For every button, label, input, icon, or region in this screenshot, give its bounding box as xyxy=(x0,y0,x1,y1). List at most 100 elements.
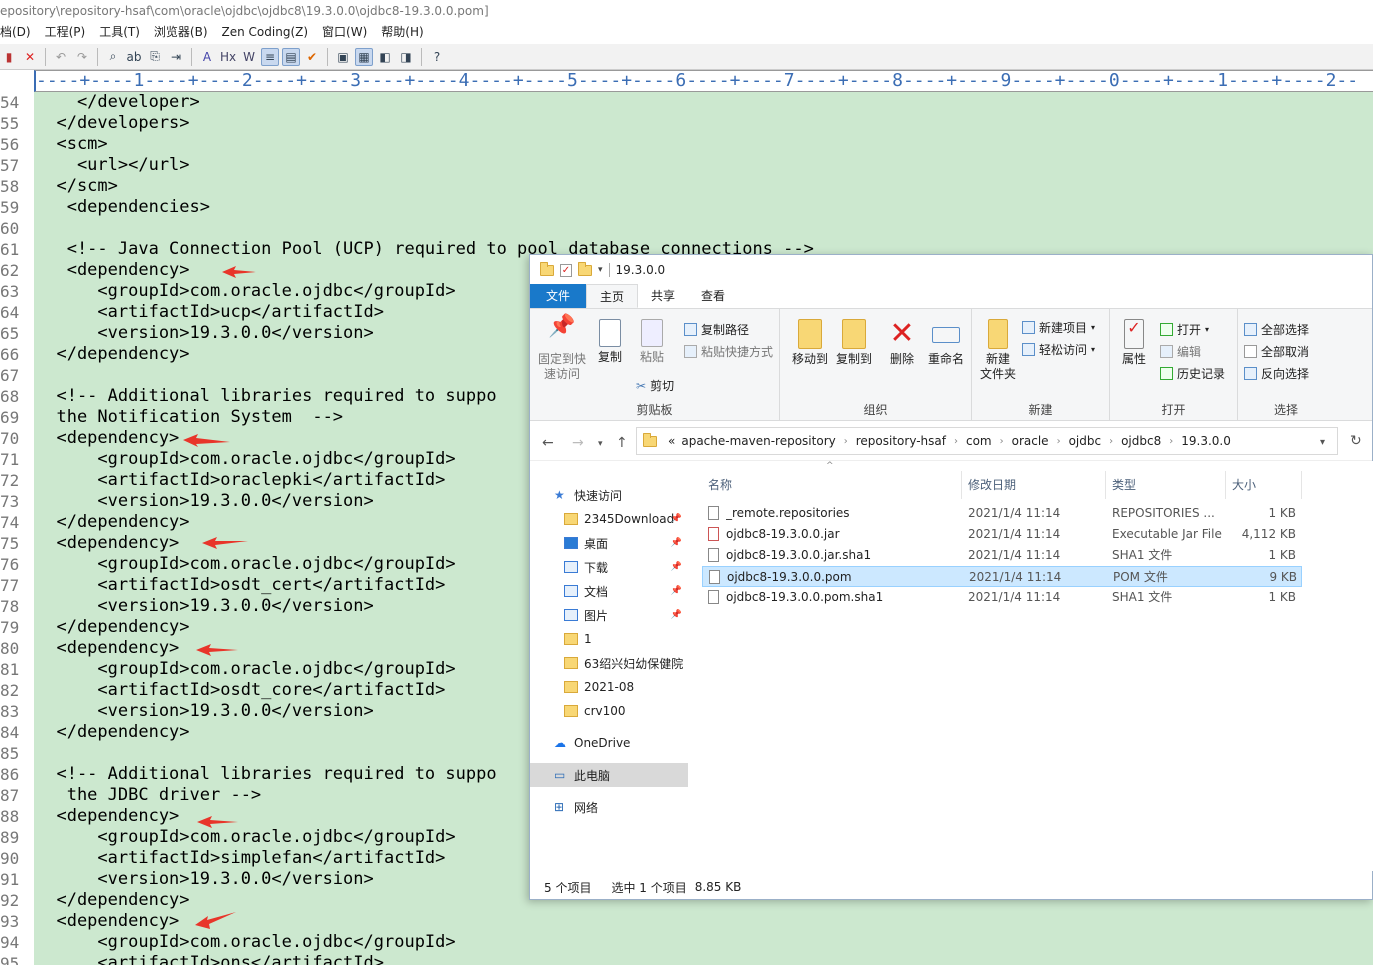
sidebar-item[interactable]: 2021-08 xyxy=(530,675,688,699)
find-in-files-icon[interactable]: ⎘ xyxy=(146,48,164,66)
menu-item[interactable]: Zen Coding(Z) xyxy=(222,25,309,39)
rename-button[interactable]: 重命名 xyxy=(924,319,968,367)
copy-button[interactable]: 复制 xyxy=(592,319,628,365)
menu-item[interactable]: 档(D) xyxy=(0,25,31,39)
file-row[interactable]: _remote.repositories 2021/1/4 11:14 REPOSI… xyxy=(702,503,1302,524)
file-row[interactable]: ojdbc8-19.3.0.0.jar.sha1 2021/1/4 11:14 SH… xyxy=(702,545,1302,566)
window-icon[interactable]: ◨ xyxy=(397,48,415,66)
refresh-icon[interactable]: ↻ xyxy=(1350,433,1362,449)
sidebar-item[interactable]: 1 xyxy=(530,627,688,651)
file-row[interactable]: ojdbc8-19.3.0.0.pom 2021/1/4 11:14 POM 文件 9… xyxy=(702,566,1302,587)
sidebar-item[interactable]: 63绍兴妇幼保健院 xyxy=(530,651,688,675)
file-row[interactable]: ojdbc8-19.3.0.0.jar 2021/1/4 11:14 Executa… xyxy=(702,524,1302,545)
edit-button[interactable]: 编辑 xyxy=(1160,343,1201,360)
invert-selection-button[interactable]: 反向选择 xyxy=(1244,365,1309,382)
open-button[interactable]: 打开 ▾ xyxy=(1160,321,1209,338)
breadcrumb-item[interactable]: apache-maven-repository xyxy=(681,434,835,448)
font-icon[interactable]: A xyxy=(198,48,216,66)
back-arrow-icon[interactable]: ← xyxy=(542,435,554,451)
cut-button[interactable]: ✂ 剪切 xyxy=(636,377,674,394)
easy-access-button[interactable]: 轻松访问 ▾ xyxy=(1022,341,1095,358)
pin-icon[interactable]: 📌 xyxy=(671,514,682,524)
sidebar-item[interactable]: 下载 📌 xyxy=(530,555,688,579)
forward-arrow-icon[interactable]: → xyxy=(572,435,584,451)
sidebar-item[interactable]: crv100 xyxy=(530,699,688,723)
browser-view-icon[interactable]: ▦ xyxy=(355,47,373,66)
new-folder-icon[interactable] xyxy=(578,261,592,276)
sidebar-item[interactable]: ⊞ 网络 xyxy=(530,795,688,819)
pin-quick-access-button[interactable]: 📌 固定到快 速访问 xyxy=(536,316,588,382)
code-line[interactable]: </developers> xyxy=(34,113,1373,134)
tab-share[interactable]: 共享 xyxy=(638,284,688,308)
word-wrap-icon[interactable]: W xyxy=(240,48,258,66)
breadcrumb-item[interactable]: « xyxy=(668,434,675,448)
delete-button[interactable]: ✕ 删除 xyxy=(884,319,920,367)
select-none-button[interactable]: 全部取消 xyxy=(1244,343,1309,360)
address-bar[interactable]: « apache-maven-repository › repository-hsaf… xyxy=(636,427,1338,455)
spell-check-icon[interactable]: ✔ xyxy=(303,48,321,66)
new-item-button[interactable]: 新建项目 ▾ xyxy=(1022,319,1095,336)
menu-item[interactable]: 工具(T) xyxy=(99,25,140,39)
sidebar-item[interactable]: 文档 📌 xyxy=(530,579,688,603)
copy-to-button[interactable]: 复制到 xyxy=(832,319,876,367)
code-line[interactable] xyxy=(34,218,1373,239)
paste-button[interactable]: 粘贴 xyxy=(634,319,670,365)
paste-shortcut-button[interactable]: 粘贴快捷方式 xyxy=(684,343,773,360)
preview-icon[interactable]: ◧ xyxy=(376,48,394,66)
tab-home[interactable]: 主页 xyxy=(586,284,639,308)
code-line[interactable]: <url></url> xyxy=(34,155,1373,176)
hex-icon[interactable]: Hx xyxy=(219,48,237,66)
properties-button[interactable]: ✓ 属性 xyxy=(1116,319,1152,367)
menu-item[interactable]: 帮助(H) xyxy=(381,25,423,39)
ruler-icon[interactable]: ▤ xyxy=(282,47,300,66)
menu-item[interactable]: 窗口(W) xyxy=(322,25,367,39)
column-date[interactable]: 修改日期 xyxy=(962,471,1106,499)
copy-path-button[interactable]: 复制路径 xyxy=(684,321,749,338)
select-all-button[interactable]: 全部选择 xyxy=(1244,321,1309,338)
tab-view[interactable]: 查看 xyxy=(688,284,738,308)
code-line[interactable]: <dependency> xyxy=(34,911,1373,932)
help-icon[interactable]: ? xyxy=(428,48,446,66)
pin-icon[interactable]: 📌 xyxy=(671,610,682,620)
replace-icon[interactable]: ab xyxy=(125,48,143,66)
sidebar-item[interactable]: ★ 快速访问 xyxy=(530,483,688,507)
code-line[interactable]: <dependencies> xyxy=(34,197,1373,218)
sidebar-item[interactable]: 桌面 📌 xyxy=(530,531,688,555)
pin-icon[interactable]: 📌 xyxy=(671,562,682,572)
save-icon[interactable]: ▮ xyxy=(0,48,18,66)
column-size[interactable]: 大小 xyxy=(1226,471,1302,499)
new-folder-button[interactable]: 新建 文件夹 xyxy=(978,319,1018,382)
code-line[interactable]: <groupId>com.oracle.ojdbc</groupId> xyxy=(34,932,1373,953)
address-dropdown-icon[interactable]: ▾ xyxy=(1320,437,1325,448)
code-line[interactable]: <artifactId>ons</artifactId> xyxy=(34,953,1373,965)
sidebar-item[interactable]: ▭ 此电脑 xyxy=(530,763,688,787)
undo-icon[interactable]: ↶ xyxy=(52,48,70,66)
sidebar-item[interactable]: ☁ OneDrive xyxy=(530,731,688,755)
column-type[interactable]: 类型 xyxy=(1106,471,1226,499)
chevron-down-icon[interactable]: ▾ xyxy=(598,265,603,275)
pin-icon[interactable]: 📌 xyxy=(671,538,682,548)
breadcrumb-item[interactable]: ojdbc8 xyxy=(1121,434,1161,448)
breadcrumb-item[interactable]: 19.3.0.0 xyxy=(1181,434,1231,448)
redo-icon[interactable]: ↷ xyxy=(73,48,91,66)
move-to-button[interactable]: 移动到 xyxy=(788,319,832,367)
breadcrumb-item[interactable]: com xyxy=(966,434,992,448)
code-line[interactable]: </developer> xyxy=(34,92,1373,113)
history-button[interactable]: 历史记录 xyxy=(1160,365,1225,382)
sidebar-item[interactable]: 2345Download 📌 xyxy=(530,507,688,531)
check-icon[interactable]: ✓ xyxy=(560,263,572,277)
recent-chevron-icon[interactable]: ▾ xyxy=(598,439,603,449)
breadcrumb-item[interactable]: repository-hsaf xyxy=(856,434,946,448)
file-row[interactable]: ojdbc8-19.3.0.0.pom.sha1 2021/1/4 11:14 SH… xyxy=(702,587,1302,608)
tab-file[interactable]: 文件 xyxy=(530,284,587,308)
pin-icon[interactable]: 📌 xyxy=(671,586,682,596)
close-icon[interactable]: ✕ xyxy=(21,48,39,66)
sidebar-item[interactable]: 图片 📌 xyxy=(530,603,688,627)
column-name[interactable]: 名称 xyxy=(702,471,962,499)
code-line[interactable]: </scm> xyxy=(34,176,1373,197)
goto-icon[interactable]: ⇥ xyxy=(167,48,185,66)
line-numbers-icon[interactable]: ≡ xyxy=(261,47,279,66)
breadcrumb-item[interactable]: ojdbc xyxy=(1069,434,1102,448)
menu-item[interactable]: 工程(P) xyxy=(45,25,86,39)
up-arrow-icon[interactable]: ↑ xyxy=(616,435,628,451)
